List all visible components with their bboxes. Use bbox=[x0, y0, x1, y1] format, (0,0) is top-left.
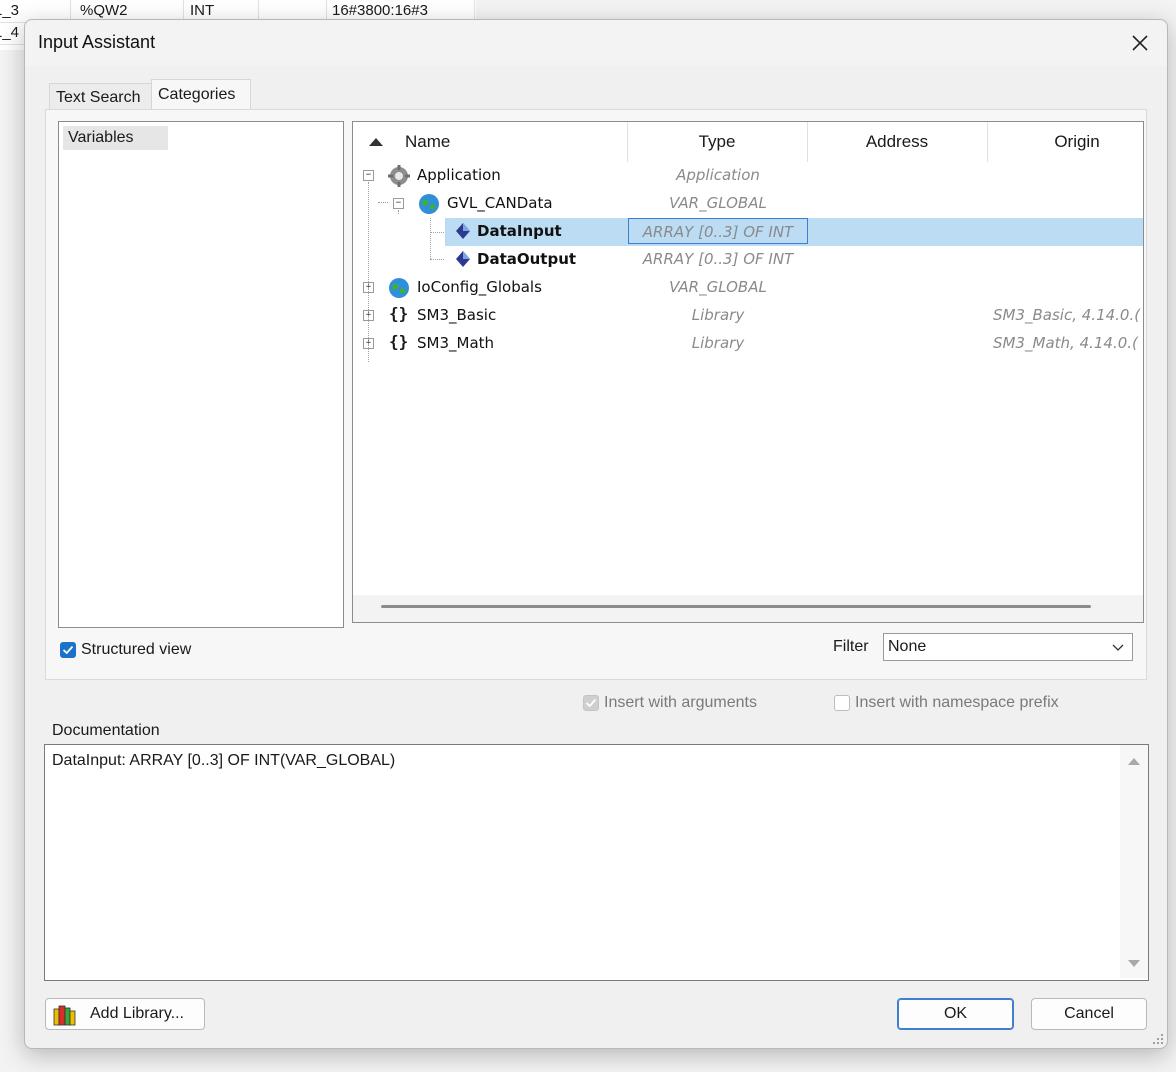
tree-item-name: IoConfig_Globals bbox=[417, 278, 542, 296]
tree-item-type: VAR_GLOBAL bbox=[669, 278, 767, 296]
filter-selected-value: None bbox=[888, 638, 927, 655]
globe-icon bbox=[419, 194, 439, 214]
tree-item-type-selected: ARRAY [0..3] OF INT bbox=[628, 218, 808, 244]
close-icon[interactable] bbox=[1127, 30, 1153, 56]
scroll-up-icon[interactable] bbox=[1127, 756, 1141, 766]
ok-button[interactable]: OK bbox=[897, 998, 1014, 1030]
background-cell: %QW2 bbox=[80, 2, 128, 19]
tree-row-sm3-math[interactable]: + {} SM3_Math Library SM3_Math, 4.14.0.( bbox=[353, 330, 1143, 358]
tree-item-name: SM3_Basic bbox=[417, 306, 497, 324]
checkmark-icon bbox=[585, 698, 597, 708]
sort-ascending-icon bbox=[369, 138, 383, 146]
globe-icon bbox=[389, 278, 409, 298]
checkmark-icon bbox=[62, 645, 74, 655]
tree-item-type: Application bbox=[676, 166, 760, 184]
background-cell: 1_3 bbox=[0, 2, 20, 19]
tree-item-type: VAR_GLOBAL bbox=[669, 194, 767, 212]
tree-line bbox=[430, 218, 431, 233]
tree-item-name: Application bbox=[417, 166, 501, 184]
horizontal-scrollbar-thumb[interactable] bbox=[381, 605, 1091, 608]
tree-row-datainput[interactable]: DataInput ARRAY [0..3] OF INT bbox=[445, 218, 1143, 246]
background-cell: INT bbox=[190, 2, 215, 19]
structured-view-label: Structured view bbox=[81, 641, 192, 658]
tree-item-name: DataInput bbox=[477, 222, 562, 240]
tree-item-origin: SM3_Basic, 4.14.0.( bbox=[993, 306, 1141, 324]
tree-row-gvl-candata[interactable]: − GVL_CANData VAR_GLOBAL bbox=[353, 190, 1143, 218]
column-header-type[interactable]: Type bbox=[627, 122, 808, 162]
vertical-scrollbar[interactable] bbox=[1120, 745, 1148, 978]
tree-item-type: Library bbox=[691, 306, 745, 324]
background-cell: 16#3800:16#3 bbox=[332, 2, 428, 19]
add-library-button[interactable]: Add Library... bbox=[45, 998, 205, 1030]
resize-grip-icon[interactable] bbox=[1152, 1033, 1164, 1045]
braces-icon: {} bbox=[389, 332, 409, 351]
cancel-button[interactable]: Cancel bbox=[1031, 998, 1147, 1030]
tree-row-sm3-basic[interactable]: + {} SM3_Basic Library SM3_Basic, 4.14.0… bbox=[353, 302, 1143, 330]
tree-line bbox=[368, 182, 369, 362]
filter-label: Filter bbox=[833, 638, 869, 655]
documentation-textbox[interactable]: DataInput: ARRAY [0..3] OF INT(VAR_GLOBA… bbox=[44, 744, 1149, 981]
title-bar[interactable]: Input Assistant bbox=[25, 20, 1167, 66]
insert-with-namespace-prefix-label: Insert with namespace prefix bbox=[855, 694, 1059, 711]
variable-icon bbox=[456, 223, 470, 239]
input-assistant-dialog: Input Assistant Text Search Categories V… bbox=[24, 19, 1168, 1049]
background-cell: 1_4 bbox=[0, 24, 20, 41]
structured-view-checkbox[interactable] bbox=[60, 642, 76, 658]
variable-tree-grid[interactable]: Name Type Address Origin − Application A… bbox=[352, 121, 1144, 623]
tree-line bbox=[398, 210, 399, 214]
category-list[interactable]: Variables bbox=[58, 121, 344, 628]
documentation-label: Documentation bbox=[52, 722, 160, 739]
tree-line bbox=[378, 202, 388, 203]
tree-row-dataoutput[interactable]: DataOutput ARRAY [0..3] OF INT bbox=[353, 232, 1143, 274]
tree-row-ioconfig-globals[interactable]: + IoConfig_Globals VAR_GLOBAL bbox=[353, 274, 1143, 302]
insert-with-namespace-prefix-checkbox[interactable] bbox=[834, 695, 850, 711]
tree-item-type: Library bbox=[691, 334, 745, 352]
insert-with-arguments-label: Insert with arguments bbox=[604, 694, 757, 711]
tree-item-type: ARRAY [0..3] OF INT bbox=[642, 250, 794, 268]
column-header-address[interactable]: Address bbox=[807, 122, 988, 162]
tree-item-name: GVL_CANData bbox=[447, 194, 553, 212]
horizontal-scrollbar-track[interactable] bbox=[353, 595, 1143, 622]
column-header-name[interactable]: Name bbox=[353, 122, 628, 162]
documentation-text: DataInput: ARRAY [0..3] OF INT(VAR_GLOBA… bbox=[52, 752, 396, 769]
scroll-down-icon[interactable] bbox=[1127, 959, 1141, 969]
library-books-icon bbox=[53, 1005, 76, 1026]
braces-icon: {} bbox=[389, 304, 409, 323]
filter-dropdown[interactable]: None bbox=[883, 633, 1133, 661]
column-header-name-label: Name bbox=[405, 132, 451, 151]
collapse-icon[interactable]: − bbox=[393, 198, 404, 209]
category-item-variables[interactable]: Variables bbox=[63, 126, 168, 150]
collapse-icon[interactable]: − bbox=[363, 170, 374, 181]
insert-with-arguments-checkbox[interactable] bbox=[583, 695, 599, 711]
tree-row-application[interactable]: − Application Application bbox=[353, 162, 1143, 190]
tab-categories[interactable]: Categories bbox=[151, 79, 251, 113]
tree-item-name: SM3_Math bbox=[417, 334, 495, 352]
chevron-down-icon bbox=[1112, 644, 1124, 651]
tree-item-origin: SM3_Math, 4.14.0.( bbox=[993, 334, 1138, 352]
add-library-label: Add Library... bbox=[90, 1005, 184, 1022]
dialog-title: Input Assistant bbox=[38, 32, 156, 52]
gear-icon bbox=[388, 165, 410, 187]
tree-line bbox=[430, 259, 444, 260]
tree-line bbox=[430, 232, 431, 259]
tree-line bbox=[430, 232, 444, 233]
variable-icon bbox=[456, 251, 470, 267]
column-header-origin[interactable]: Origin bbox=[987, 122, 1143, 162]
tree-item-name: DataOutput bbox=[477, 250, 577, 268]
